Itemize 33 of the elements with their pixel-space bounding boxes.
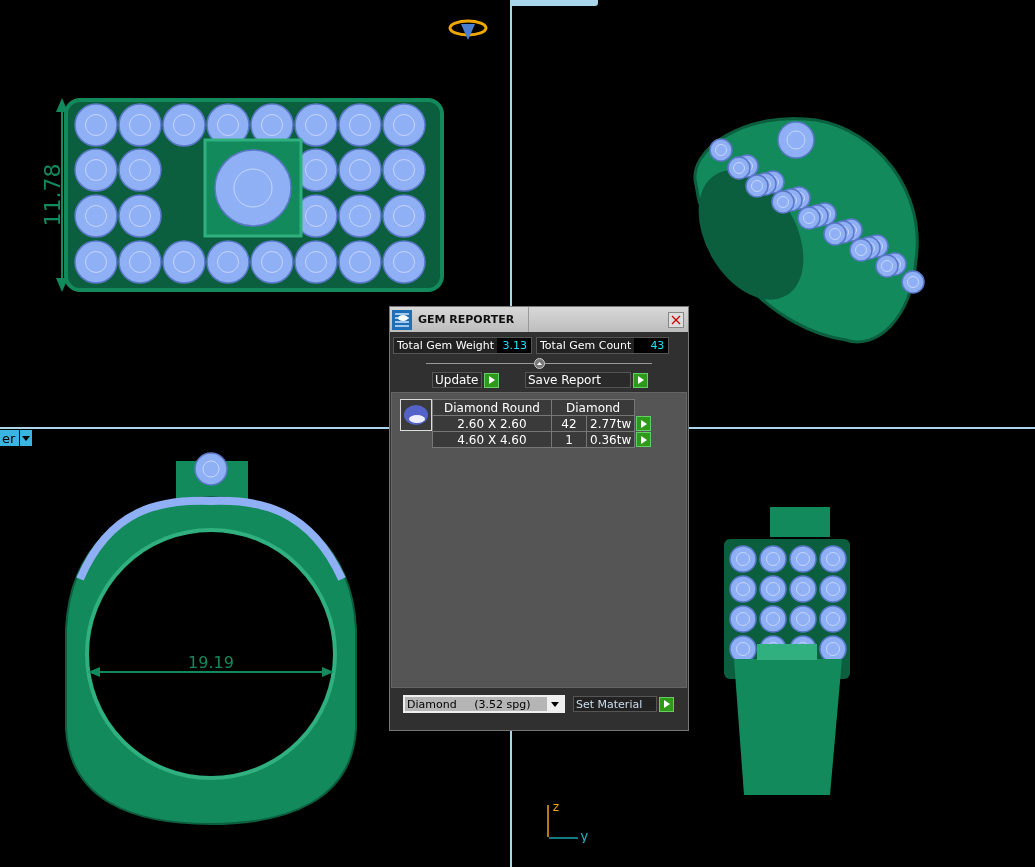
action-button[interactable]: Save Report xyxy=(525,372,631,388)
arrow-button[interactable] xyxy=(636,432,652,447)
column-header: Diamond Round xyxy=(432,399,552,416)
splitter-handle[interactable] xyxy=(533,357,545,369)
arrow-button[interactable] xyxy=(659,696,674,712)
action-button[interactable]: Set Material xyxy=(573,696,657,712)
close-icon xyxy=(671,314,681,325)
y-axis-line xyxy=(548,837,579,839)
stat-label: Total Gem Weight xyxy=(394,338,497,353)
play-icon xyxy=(637,376,644,384)
caret-icon xyxy=(22,435,31,441)
arrow-button[interactable] xyxy=(636,416,652,431)
window-title: GEM REPORTER xyxy=(418,307,529,332)
axis-label: z xyxy=(552,799,560,814)
play-icon xyxy=(663,700,670,708)
report-icon xyxy=(392,309,412,330)
arrow-button[interactable] xyxy=(484,372,499,388)
stat-value: 43 xyxy=(634,338,669,353)
z-axis-line xyxy=(547,804,549,838)
material-dropdown[interactable]: Diamond (3.52 spg) xyxy=(403,695,565,713)
stat-value: 3.13 xyxy=(497,338,531,353)
dimension-label: 19.19 xyxy=(188,653,234,672)
close-button[interactable] xyxy=(668,311,684,328)
view-menu[interactable]: er xyxy=(0,430,33,446)
caret-icon xyxy=(551,701,559,707)
column-header: Diamond xyxy=(551,399,635,416)
arrow-button[interactable] xyxy=(633,372,648,388)
gem-icon xyxy=(400,399,432,431)
axis-label: y xyxy=(580,828,589,843)
dimension-label: 11.78 xyxy=(40,163,65,227)
action-button[interactable]: Update xyxy=(432,372,482,388)
play-icon xyxy=(488,376,495,384)
stat-label: Total Gem Count xyxy=(537,338,635,353)
